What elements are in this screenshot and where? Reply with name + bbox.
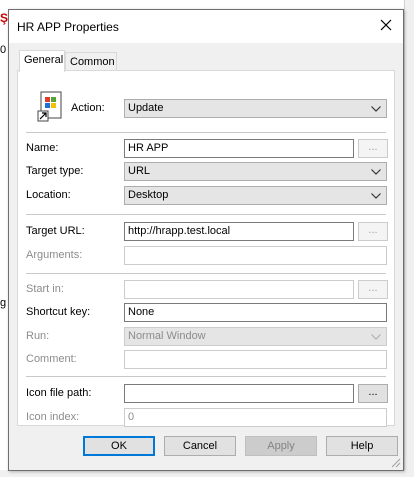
properties-dialog: HR APP Properties General Common Action: [8, 9, 404, 471]
help-button[interactable]: Help [326, 436, 398, 456]
shortcut-key-field[interactable]: None [124, 303, 387, 322]
shortcut-key-label: Shortcut key: [26, 306, 91, 318]
target-url-browse-button[interactable]: ... [358, 222, 388, 241]
run-select[interactable]: Normal Window [124, 327, 387, 346]
icon-index-field[interactable]: 0 [124, 408, 387, 427]
target-type-value: URL [128, 165, 151, 177]
apply-button[interactable]: Apply [245, 436, 317, 456]
close-icon [380, 19, 392, 31]
comment-field[interactable] [124, 350, 387, 369]
separator [26, 214, 386, 215]
name-label: Name: [26, 142, 59, 154]
tab-common[interactable]: Common [65, 52, 117, 70]
title-bar[interactable]: HR APP Properties [9, 10, 403, 43]
chevron-down-icon [370, 163, 382, 180]
background-window-bottom-edge [0, 470, 414, 477]
name-browse-button[interactable]: ... [358, 139, 388, 158]
target-url-label: Target URL: [26, 225, 85, 237]
separator [26, 132, 386, 133]
action-select-value: Update [128, 102, 164, 114]
close-button[interactable] [375, 14, 397, 36]
run-label: Run: [26, 330, 50, 342]
start-in-label: Start in: [26, 283, 64, 295]
chevron-down-icon [370, 187, 382, 204]
background-app-icon: Ş [0, 11, 9, 25]
chevron-down-icon [370, 100, 382, 117]
start-in-field[interactable] [124, 280, 354, 299]
run-value: Normal Window [128, 330, 206, 342]
chevron-down-icon [370, 328, 382, 345]
action-label: Action: [71, 102, 105, 114]
location-label: Location: [26, 189, 71, 201]
background-window-left-edge: Ş 0 g [0, 0, 8, 477]
background-text-fragment: 0 [0, 44, 7, 56]
ok-button[interactable]: OK [83, 436, 155, 456]
comment-label: Comment: [26, 353, 77, 365]
arguments-label: Arguments: [26, 249, 83, 261]
icon-file-path-field[interactable] [124, 384, 354, 403]
target-type-label: Target type: [26, 165, 84, 177]
target-url-field[interactable]: http://hrapp.test.local [124, 222, 354, 241]
location-value: Desktop [128, 189, 169, 201]
shortcut-icon [37, 91, 65, 123]
background-window-right-edge [404, 0, 414, 477]
name-field[interactable]: HR APP [124, 139, 354, 158]
start-in-browse-button[interactable]: ... [358, 280, 388, 299]
background-text-fragment: g [0, 297, 7, 309]
separator [26, 273, 386, 274]
general-tab-panel: Action: Update Name: HR APP ... Target t… [17, 70, 395, 427]
icon-index-label: Icon index: [26, 411, 80, 423]
dialog-title: HR APP Properties [17, 20, 119, 34]
location-select[interactable]: Desktop [124, 186, 387, 205]
tab-general[interactable]: General [19, 50, 65, 72]
cancel-button[interactable]: Cancel [164, 436, 236, 456]
icon-file-path-browse-button[interactable]: ... [358, 384, 388, 403]
separator [26, 376, 386, 377]
action-select[interactable]: Update [124, 99, 387, 118]
icon-file-path-label: Icon file path: [26, 387, 92, 399]
resize-grip-icon[interactable] [389, 456, 401, 468]
arguments-field[interactable] [124, 246, 387, 265]
target-type-select[interactable]: URL [124, 162, 387, 181]
